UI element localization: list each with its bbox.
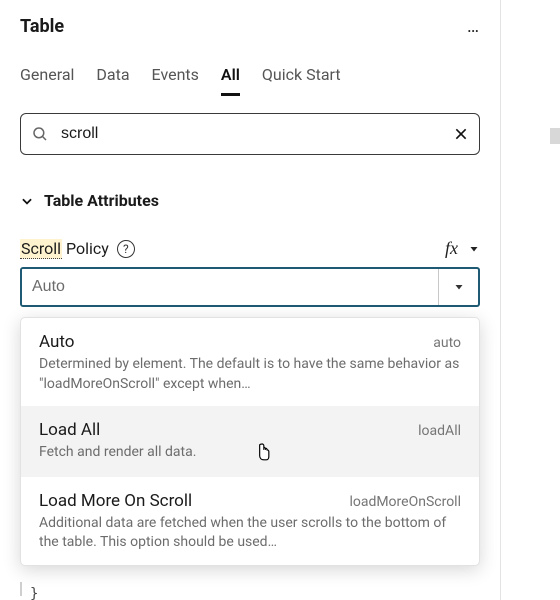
panel-menu-button[interactable]: … — [467, 22, 480, 32]
caret-down-icon — [453, 281, 465, 293]
label-rest: Policy — [62, 239, 109, 258]
chevron-down-icon — [20, 194, 34, 208]
option-name: Auto — [39, 332, 74, 352]
option-value: loadMoreOnScroll — [349, 494, 461, 510]
attribute-search-input[interactable] — [59, 124, 443, 144]
panel-title: Table — [20, 16, 64, 37]
option-load-more-on-scroll[interactable]: Load More On Scroll loadMoreOnScroll Add… — [21, 477, 479, 565]
option-value: loadAll — [418, 423, 461, 439]
combobox-toggle-button[interactable] — [438, 269, 478, 305]
option-name: Load More On Scroll — [39, 491, 192, 511]
properties-panel: Table … General Data Events All Quick St… — [0, 0, 500, 600]
option-name: Load All — [39, 420, 100, 440]
option-desc: Fetch and render all data. — [39, 440, 461, 463]
code-gutter — [20, 582, 22, 596]
attribute-search — [20, 113, 480, 155]
scroll-policy-combobox[interactable] — [20, 267, 480, 307]
help-icon[interactable]: ? — [117, 240, 135, 258]
tab-quick-start[interactable]: Quick Start — [262, 65, 341, 96]
tab-data[interactable]: Data — [96, 65, 129, 96]
tab-general[interactable]: General — [20, 65, 74, 96]
tab-all[interactable]: All — [221, 65, 240, 96]
side-rail: Properties — [500, 0, 560, 600]
side-rail-indicator — [550, 128, 560, 144]
panel-tabs: General Data Events All Quick Start — [0, 43, 500, 97]
fx-label: fx — [445, 238, 458, 259]
section-title: Table Attributes — [44, 191, 159, 210]
option-desc: Determined by element. The default is to… — [39, 352, 461, 392]
option-auto[interactable]: Auto auto Determined by element. The def… — [21, 318, 479, 406]
fx-expression-button[interactable]: fx — [445, 238, 480, 259]
option-load-all[interactable]: Load All loadAll Fetch and render all da… — [21, 406, 479, 477]
scroll-policy-dropdown: Auto auto Determined by element. The def… — [20, 317, 480, 566]
clear-search-icon[interactable] — [453, 126, 469, 142]
label-highlight: Scroll — [20, 239, 62, 259]
search-icon — [31, 125, 49, 143]
option-value: auto — [433, 335, 461, 351]
field-label-scroll-policy: Scroll Policy ? — [20, 239, 135, 258]
tab-events[interactable]: Events — [152, 65, 199, 96]
option-desc: Additional data are fetched when the use… — [39, 511, 461, 551]
code-brace: } — [30, 586, 38, 600]
caret-down-icon — [468, 243, 480, 255]
section-header-table-attributes[interactable]: Table Attributes — [20, 191, 480, 210]
scroll-policy-input[interactable] — [22, 269, 438, 305]
